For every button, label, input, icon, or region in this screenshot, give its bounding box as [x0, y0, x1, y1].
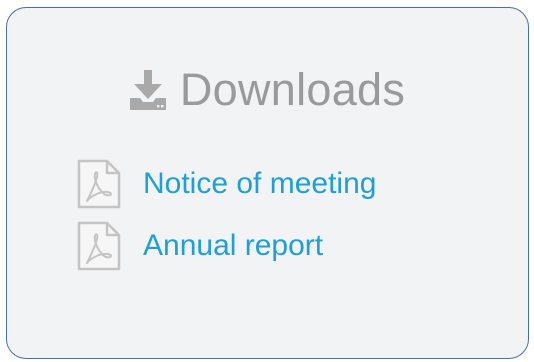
downloads-list: Notice of meeting Annual report: [77, 153, 376, 277]
download-item-notice[interactable]: Notice of meeting: [77, 153, 376, 215]
pdf-file-icon: [77, 159, 121, 209]
downloads-title: Downloads: [179, 63, 406, 115]
notice-of-meeting-link[interactable]: Notice of meeting: [143, 169, 376, 199]
downloads-panel: Downloads Notice of meeting Annual repor…: [6, 7, 529, 359]
annual-report-link[interactable]: Annual report: [143, 231, 323, 261]
pdf-file-icon: [77, 221, 121, 271]
download-item-annual-report[interactable]: Annual report: [77, 215, 376, 277]
downloads-header: Downloads: [7, 66, 528, 112]
download-icon: [129, 70, 166, 110]
